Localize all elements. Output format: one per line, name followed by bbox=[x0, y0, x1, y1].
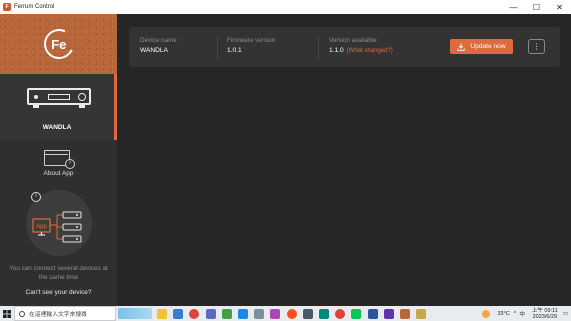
ime-indicator[interactable]: 中 bbox=[519, 310, 525, 318]
app-icon-3[interactable] bbox=[238, 308, 249, 319]
search-placeholder: 在這裡輸入文字來搜尋 bbox=[29, 312, 87, 318]
device-name-field: Device name WANDLA bbox=[140, 37, 177, 54]
device-name-value: WANDLA bbox=[140, 47, 168, 54]
app-icon-9[interactable] bbox=[416, 308, 427, 319]
multi-device-hint: You can connect several devices at the s… bbox=[9, 265, 108, 281]
app-icon-4[interactable] bbox=[254, 308, 265, 319]
app-icon-6[interactable] bbox=[302, 308, 313, 319]
file-explorer-icon[interactable] bbox=[157, 308, 168, 319]
clock-date: 2023/6/29 bbox=[532, 313, 558, 320]
update-now-button[interactable]: Update now bbox=[450, 39, 513, 54]
divider bbox=[217, 37, 218, 59]
about-app-icon: i bbox=[44, 150, 75, 169]
main-panel: Device name WANDLA Firmware version 1.0.… bbox=[117, 14, 571, 306]
sidebar-item-label: About App bbox=[43, 170, 74, 177]
maximize-button[interactable]: ☐ bbox=[525, 0, 548, 14]
info-icon[interactable]: i bbox=[31, 192, 41, 202]
ferrum-logo-icon: Fe bbox=[39, 24, 78, 64]
title-bar: F Ferrum Control — ☐ ✕ bbox=[0, 0, 571, 14]
clock-time: 上午 09:11 bbox=[531, 307, 558, 314]
device-card: Device name WANDLA Firmware version 1.0.… bbox=[129, 27, 560, 67]
search-icon bbox=[19, 310, 25, 317]
chrome-icon[interactable] bbox=[189, 308, 200, 319]
available-version-value: 1.1.0 bbox=[329, 47, 344, 54]
close-button[interactable]: ✕ bbox=[548, 0, 571, 14]
temperature: 33°C bbox=[497, 310, 510, 317]
taskbar-search-input[interactable]: 在這裡輸入文字來搜尋 bbox=[14, 306, 116, 321]
firmware-value: 1.0.1 bbox=[227, 47, 242, 54]
download-icon bbox=[457, 43, 466, 51]
what-changed-link[interactable]: (What changed?) bbox=[347, 48, 393, 54]
window-title: Ferrum Control bbox=[14, 4, 55, 10]
tray-chevron-icon[interactable]: ^ bbox=[514, 311, 517, 317]
sidebar-item-wandla[interactable]: WANDLA bbox=[0, 74, 117, 140]
ferrum-control-taskbar-icon[interactable] bbox=[399, 308, 410, 319]
app-icon-5[interactable] bbox=[270, 308, 281, 319]
app-icon-8[interactable] bbox=[383, 308, 394, 319]
device-name-label: Device name bbox=[140, 37, 177, 44]
system-tray: 33°C ^ 中 上午 09:11 2023/6/29 ▭ bbox=[479, 306, 571, 321]
available-version-field: Version available 1.1.0 (What changed?) bbox=[329, 37, 393, 54]
update-now-label: Update now bbox=[470, 43, 506, 50]
app-icon-7[interactable] bbox=[318, 308, 329, 319]
word-icon[interactable] bbox=[367, 308, 378, 319]
cant-see-device-link[interactable]: Can't see your device? bbox=[0, 289, 117, 296]
app-label: App bbox=[36, 224, 47, 230]
wandla-device-icon bbox=[27, 88, 91, 108]
app-icon: F bbox=[3, 3, 11, 11]
sidebar: Fe WANDLA i About App i App You can conn… bbox=[0, 14, 117, 306]
sidebar-item-about-app[interactable]: i About App bbox=[0, 140, 117, 184]
firefox-icon[interactable] bbox=[286, 308, 297, 319]
weather-icon[interactable] bbox=[482, 309, 491, 318]
windows-logo-icon bbox=[3, 309, 11, 318]
firmware-field: Firmware version 1.0.1 bbox=[227, 37, 275, 54]
app-icon-2[interactable] bbox=[221, 308, 232, 319]
available-version-label: Version available bbox=[329, 37, 377, 44]
sidebar-item-label: WANDLA bbox=[42, 124, 72, 131]
search-highlight-widget[interactable] bbox=[118, 308, 152, 319]
logo-text: Fe bbox=[50, 36, 67, 52]
line-icon[interactable] bbox=[351, 308, 362, 319]
brand-header: Fe bbox=[0, 14, 117, 74]
edge-icon[interactable] bbox=[173, 308, 184, 319]
chrome-icon-2[interactable] bbox=[335, 308, 346, 319]
windows-taskbar: 在這裡輸入文字來搜尋 33°C ^ 中 上午 09:11 2023/6/29 ▭ bbox=[0, 306, 571, 321]
more-options-button[interactable]: ⋮ bbox=[528, 39, 545, 54]
minimize-button[interactable]: — bbox=[502, 0, 525, 14]
start-button[interactable] bbox=[0, 306, 14, 321]
app-icon-1[interactable] bbox=[205, 308, 216, 319]
clock[interactable]: 上午 09:11 2023/6/29 bbox=[532, 308, 558, 320]
divider bbox=[318, 37, 319, 59]
firmware-label: Firmware version bbox=[227, 37, 276, 44]
notification-icon[interactable]: ▭ bbox=[563, 311, 568, 317]
multi-device-graphic: App bbox=[32, 211, 82, 243]
